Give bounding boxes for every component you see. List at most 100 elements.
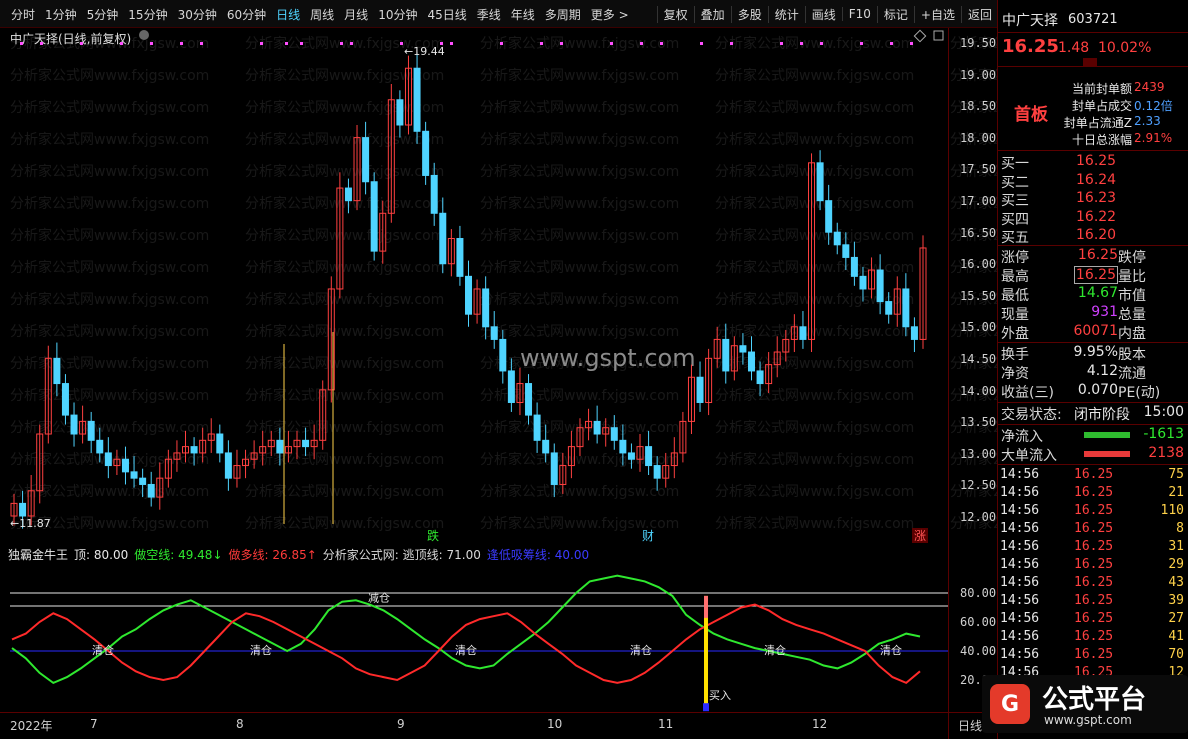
indicator-source: 分析家公式网: 逃顶线: 71.00 [322,548,481,562]
candle-down [902,288,910,328]
date-label: 7 [90,717,98,731]
candle-down [344,187,352,202]
date-label: 12 [812,717,828,731]
kline-chart[interactable]: 分析家公式网www.fxjgsw.com 分析家公式网www.fxjgsw.com… [0,28,998,543]
bid-label: 买二 [1001,174,1029,191]
chart-tools: 复权 叠加 多股 统计 画线 F10 标记 +自选 返回 [656,0,998,28]
period-tab-3[interactable]: 15分钟 [123,6,172,23]
tick-time: 14:56 [1000,503,1040,518]
title-menu-icon[interactable] [139,30,149,40]
indicator-name[interactable]: 独霸金牛王 [8,546,68,562]
watermark-text: 分析家公式网www.fxjgsw.com [10,227,209,244]
bid-row[interactable]: 买三 16.23 [998,190,1188,209]
period-tab-0[interactable]: 分时 [6,6,40,23]
logo-icon: G [990,684,1030,724]
trade-status-label: 交易状态: [1001,407,1062,423]
period-tab-1[interactable]: 1分钟 [40,6,82,23]
bid-price: 16.25 [1076,153,1117,169]
watermark-text: 分析家公式网www.fxjgsw.com [715,387,914,404]
candle-down [747,351,755,372]
watermark-text: 分析家公式网www.fxjgsw.com [480,99,679,116]
tool-button-1[interactable]: 叠加 [693,5,731,23]
period-tab-7[interactable]: 周线 [305,6,339,23]
bid-row[interactable]: 买二 16.24 [998,172,1188,191]
signal-dot [500,42,503,45]
watermark-text: 分析家公式网www.fxjgsw.com [10,323,209,340]
candle-down [190,446,198,454]
signal-dot [640,42,643,45]
tick-price: 16.25 [1074,575,1114,590]
indicator-axis-label: 80.00 [960,586,997,600]
maximize-icon[interactable] [933,30,944,41]
bid-price: 16.22 [1076,208,1117,225]
period-tab-6[interactable]: 日线 [271,6,305,23]
signal-dot [20,42,23,45]
candle-down [833,231,841,246]
period-tab-8[interactable]: 月线 [339,6,373,23]
watermark-text: 分析家公式网www.fxjgsw.com [715,451,914,468]
event-marker[interactable]: 跌 [427,528,439,543]
stat-label: 外盘 [1001,326,1029,342]
stat2-value: 4.12 [1086,363,1118,379]
event-marker[interactable]: 财 [642,529,654,543]
bid-row[interactable]: 买四 16.22 [998,209,1188,228]
tool-button-4[interactable]: 画线 [804,5,842,23]
period-tab-10[interactable]: 45日线 [422,6,471,23]
collapse-arrow-icon[interactable] [1083,58,1097,66]
watermark-text: 分析家公式网www.fxjgsw.com [10,35,209,52]
stat-value: 16.25 [1073,266,1118,284]
diamond-icon[interactable] [913,29,927,43]
candle-down [96,439,104,454]
price-axis-label: 15.00 [960,320,997,335]
price-axis-label: 18.00 [960,130,997,145]
candle-down [550,452,558,485]
candle-down [825,200,833,233]
tick-price: 16.25 [1074,485,1114,500]
event-marker[interactable]: 涨 [914,528,926,543]
tool-button-8[interactable]: 返回 [960,5,998,23]
candle-down [396,99,404,126]
indicator-chart[interactable]: 买入 清仓 清仓 清仓 清仓 清仓 清仓 减仓 [0,562,998,712]
bid-row[interactable]: 买五 16.20 [998,227,1188,246]
signal-dot [780,42,783,45]
tool-button-0[interactable]: 复权 [656,5,694,23]
tick-volume: 75 [1168,467,1184,482]
watermark-text: 分析家公式网www.fxjgsw.com [715,419,914,436]
bid-price: 16.20 [1076,227,1117,243]
tool-button-7[interactable]: +自选 [913,5,961,23]
candle-down [456,238,464,277]
bid-row[interactable]: 买一 16.25 [998,153,1188,172]
signal-dot [300,42,303,45]
price-axis-label: 19.50 [960,36,997,50]
period-tab-11[interactable]: 季线 [472,6,506,23]
tool-button-3[interactable]: 统计 [767,5,805,23]
tick-volume: 31 [1168,539,1184,554]
price-axis-label: 17.50 [960,162,997,177]
tool-button-6[interactable]: 标记 [876,5,914,23]
candle-down [147,483,155,498]
period-tab-2[interactable]: 5分钟 [82,6,124,23]
candle-down [653,465,661,479]
bid-label: 买一 [1001,156,1029,172]
tool-button-2[interactable]: 多股 [730,5,768,23]
watermark-text: 分析家公式网www.fxjgsw.com [480,323,679,340]
period-tab-14[interactable]: 更多 > [586,6,634,23]
signal-dot [820,42,823,45]
clear-position-label: 清仓 [250,643,272,657]
tool-button-5[interactable]: F10 [841,7,877,21]
watermark-text: 分析家公式网www.fxjgsw.com [245,451,444,468]
period-tab-9[interactable]: 10分钟 [373,6,422,23]
signal-dot [400,42,403,45]
stat-row: 最高 16.25 量比 [998,266,1188,285]
watermark-text: 分析家公式网www.fxjgsw.com [245,131,444,148]
candle-down [422,130,430,176]
period-tab-12[interactable]: 年线 [506,6,540,23]
period-tab-5[interactable]: 60分钟 [222,6,271,23]
tick-time: 14:56 [1000,467,1040,482]
period-indicator[interactable]: 日线 [958,717,982,734]
signal-dot [340,42,343,45]
watermark-text: 分析家公式网www.fxjgsw.com [10,195,209,212]
period-tab-13[interactable]: 多周期 [540,6,586,23]
seal-label: 十日总涨幅 [1071,133,1132,147]
period-tab-4[interactable]: 30分钟 [173,6,222,23]
